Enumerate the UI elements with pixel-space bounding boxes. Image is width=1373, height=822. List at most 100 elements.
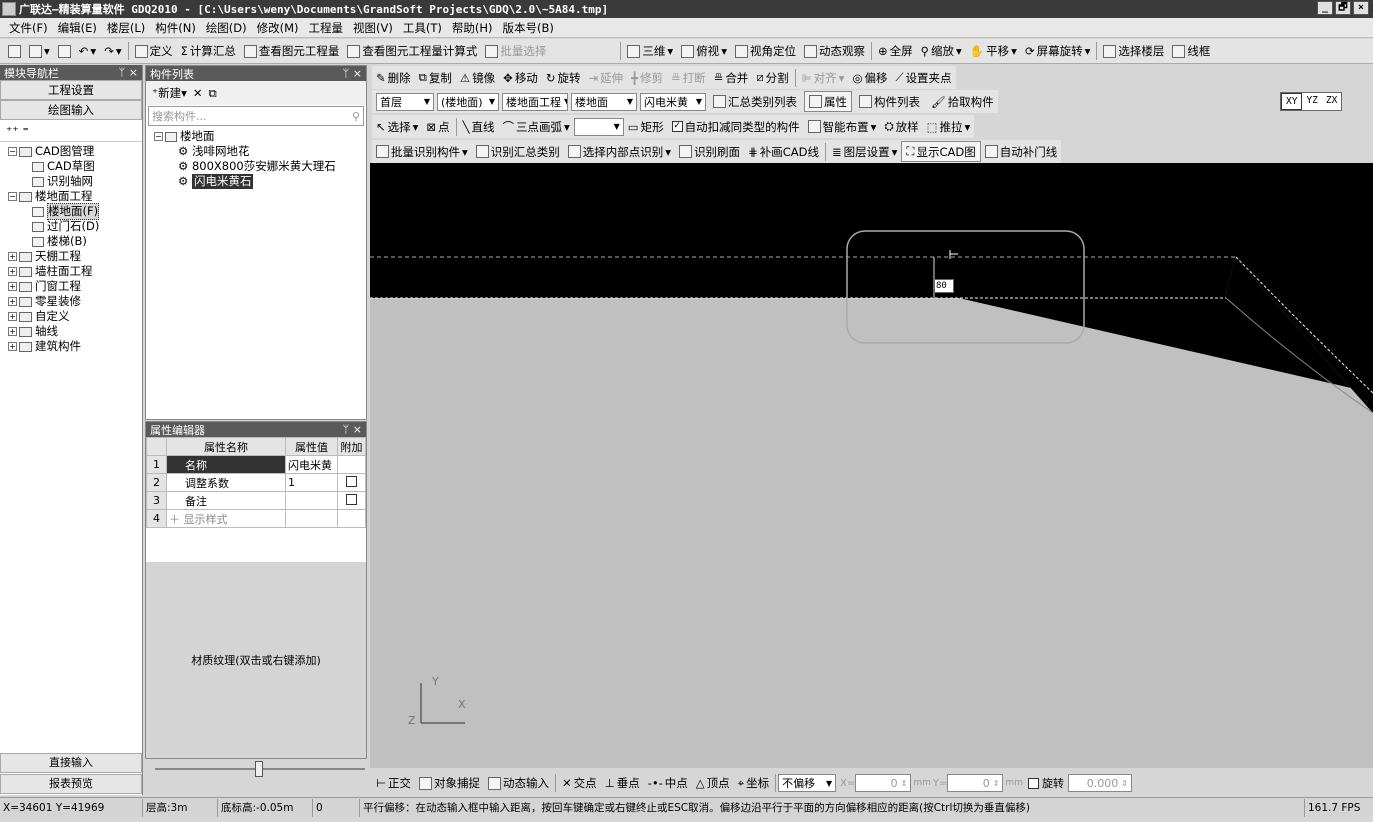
trim-button[interactable]: ╋ 修剪 [627, 67, 667, 88]
delete-comp-icon[interactable]: ✕ [193, 86, 203, 100]
pan-button[interactable]: ✋ 平移 ▾ [966, 41, 1021, 62]
comp-root[interactable]: − 楼地面 [154, 129, 364, 144]
layer-settings-button[interactable]: ≣ 图层设置 ▾ [828, 141, 901, 162]
spinner-icon[interactable]: ⇕ [1121, 779, 1128, 788]
checkbox[interactable] [346, 475, 357, 487]
comp-item[interactable]: ⚙ 800X800莎安娜米黄大理石 [154, 159, 364, 174]
extend-button[interactable]: ⇥ 延伸 [584, 67, 627, 88]
y-offset-input[interactable]: 0 ⇕ [947, 774, 1004, 792]
undo-button[interactable]: ↶ ▾ [75, 41, 100, 62]
tree-item[interactable]: − CAD图管理 [2, 144, 140, 159]
tree-item[interactable]: + 天棚工程 [2, 249, 140, 264]
rotate-checkbox[interactable] [1027, 777, 1039, 789]
delete-button[interactable]: ✎ 删除 [372, 67, 415, 88]
tree-item[interactable]: + 门窗工程 [2, 279, 140, 294]
dynamic-input-button[interactable]: 动态输入 [484, 773, 553, 794]
comp-item-selected[interactable]: ⚙ 闪电米黄石 [154, 174, 364, 189]
batch-identify-button[interactable]: 批量识别构件 ▾ [372, 141, 472, 162]
arc-button[interactable]: ⌒ 三点画弧 ▾ [499, 116, 574, 137]
xy-plane-button[interactable]: XY [1281, 93, 1303, 110]
direct-input-button[interactable]: 直接输入 [0, 753, 142, 773]
attr-button[interactable]: 属性 [804, 91, 852, 112]
push-pull-button[interactable]: ⬚ 推拉 ▾ [923, 116, 975, 137]
tree-item[interactable]: 识别轴网 [2, 174, 140, 189]
search-icon[interactable]: ⚲ [352, 110, 360, 123]
menu-quantity[interactable]: 工程量 [304, 20, 349, 36]
new-comp-button[interactable]: ⁺新建▾ [152, 85, 187, 101]
copy-comp-icon[interactable]: ⧉ [209, 86, 217, 101]
tree-item[interactable]: + 自定义 [2, 309, 140, 324]
view-formula-button[interactable]: 查看图元工程量计算式 [343, 41, 481, 62]
texture-area[interactable]: 材质纹理(双击或右键添加) [146, 562, 366, 758]
cad-line-button[interactable]: ⋕ 补画CAD线 [744, 141, 823, 162]
category-select[interactable]: (楼地面) ▼ [437, 92, 499, 111]
dynamic-view-button[interactable]: 动态观察 [800, 41, 869, 62]
subtype-select[interactable]: 楼地面 ▼ [571, 92, 637, 111]
zoom-button[interactable]: ⚲ 缩放 ▾ [917, 41, 966, 62]
view-locate-button[interactable]: 视角定位 [731, 41, 800, 62]
zx-plane-button[interactable]: ZX [1322, 93, 1341, 110]
menu-view[interactable]: 视图(V) [348, 20, 398, 36]
merge-button[interactable]: ≞ 合并 [710, 67, 753, 88]
smart-layout-button[interactable]: 智能布置 ▾ [804, 116, 881, 137]
floor-select[interactable]: 首层 ▼ [376, 92, 434, 111]
texture-slider-thumb[interactable] [255, 761, 263, 777]
new-file-button[interactable] [4, 41, 25, 62]
auto-deduct-toggle[interactable]: ✓ 自动扣减同类型的构件 [668, 116, 804, 137]
checkbox-checked[interactable]: ✓ [671, 121, 683, 132]
collapse-icon[interactable]: − [8, 192, 17, 201]
shape-select[interactable]: ▼ [573, 117, 624, 136]
comp-item[interactable]: ⚙ 浅啡网地花 [154, 144, 364, 159]
project-settings-button[interactable]: 工程设置 [0, 80, 142, 100]
drawing-canvas[interactable]: 80 Y X Z [370, 163, 1373, 768]
fullscreen-button[interactable]: ⊕ 全屏 [874, 41, 917, 62]
rotate-angle-input[interactable]: 0.000 ⇕ [1067, 774, 1132, 792]
show-cad-button[interactable]: ⛶ 显示CAD图 [901, 141, 981, 162]
x-offset-input[interactable]: 0 ⇕ [855, 774, 912, 792]
spinner-icon[interactable]: ⇕ [901, 779, 908, 788]
auto-door-line-button[interactable]: 自动补门线 [981, 141, 1062, 162]
pick-comp-button[interactable]: 🖌 拾取构件 [927, 91, 998, 112]
offset-button[interactable]: ◎ 偏移 [848, 67, 891, 88]
point-button[interactable]: ⊠ 点 [422, 116, 453, 137]
break-button[interactable]: ≞ 打断 [667, 67, 710, 88]
menu-help[interactable]: 帮助(H) [447, 20, 498, 36]
tree-item[interactable]: + 墙柱面工程 [2, 264, 140, 279]
report-preview-button[interactable]: 报表预览 [0, 774, 142, 794]
menu-draw[interactable]: 绘图(D) [201, 20, 252, 36]
table-row[interactable]: 3 备注 [146, 491, 366, 510]
table-row[interactable]: 2 调整系数 1 [146, 473, 366, 492]
identify-face-button[interactable]: 识别刷面 [675, 141, 744, 162]
yz-plane-button[interactable]: YZ [1302, 93, 1321, 110]
drawing-input-button[interactable]: 绘图输入 [0, 100, 142, 120]
minimize-button[interactable]: _ [1317, 1, 1333, 15]
comp-list-button[interactable]: 构件列表 [855, 91, 924, 112]
expand-icon[interactable]: + [8, 297, 17, 306]
prop-value[interactable] [285, 491, 338, 510]
collapse-icon[interactable]: − [154, 132, 163, 141]
menu-tools[interactable]: 工具(T) [398, 20, 447, 36]
menu-file[interactable]: 文件(F) [4, 20, 53, 36]
ortho-button[interactable]: ⊢ 正交 [372, 773, 415, 794]
expand-icon[interactable]: + [8, 327, 17, 336]
menu-floor[interactable]: 楼层(L) [102, 20, 150, 36]
inner-point-button[interactable]: 选择内部点识别 ▾ [564, 141, 675, 162]
copy-button[interactable]: ⧉ 复制 [415, 67, 456, 88]
restore-button[interactable]: 🗗 [1335, 1, 1351, 15]
rect-button[interactable]: ▭ 矩形 [624, 116, 668, 137]
table-row[interactable]: 1 名称 闪电米黄 [146, 455, 366, 474]
menu-component[interactable]: 构件(N) [150, 20, 201, 36]
expand-icon[interactable]: + [8, 252, 17, 261]
checkbox[interactable] [346, 493, 357, 505]
tree-item[interactable]: 过门石(D) [2, 219, 140, 234]
set-grip-button[interactable]: ⟋ 设置夹点 [892, 67, 956, 88]
sum-list-button[interactable]: 汇总类别列表 [709, 91, 801, 112]
menu-modify[interactable]: 修改(M) [252, 20, 304, 36]
top-view-button[interactable]: 俯视 ▾ [677, 41, 731, 62]
split-button[interactable]: ⧄ 分割 [752, 67, 792, 88]
menu-edit[interactable]: 编辑(E) [53, 20, 102, 36]
tree-item[interactable]: + 零星装修 [2, 294, 140, 309]
component-select[interactable]: 闪电米黄 ▼ [640, 92, 706, 111]
pin-close-icon[interactable]: ᛘ × [343, 67, 362, 80]
select-floor-button[interactable]: 选择楼层 [1099, 41, 1168, 62]
